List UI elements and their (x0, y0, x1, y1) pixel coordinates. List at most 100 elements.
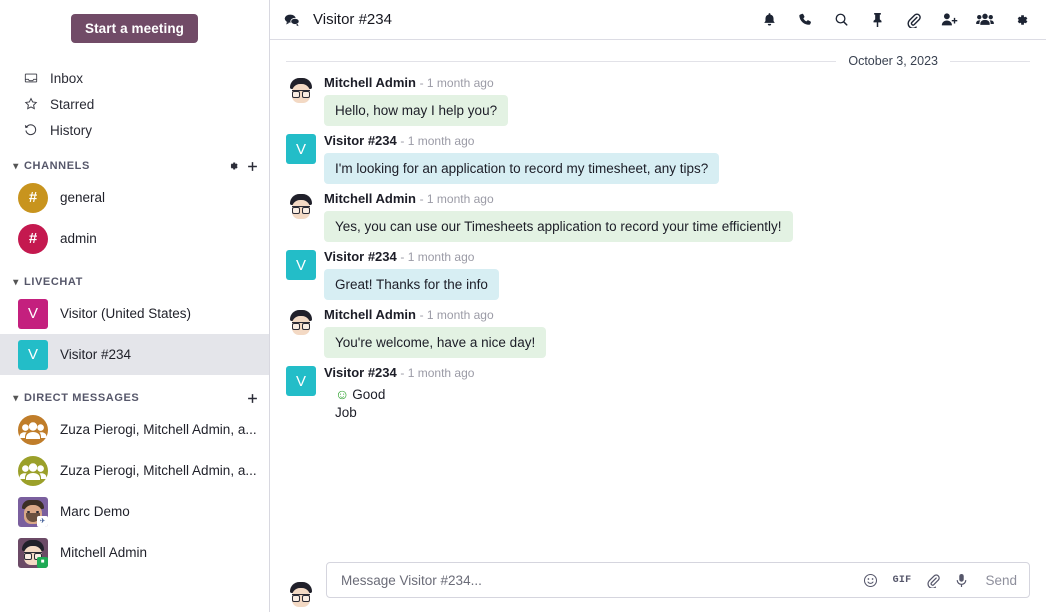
gif-icon[interactable]: GIF (893, 575, 912, 586)
message-timestamp: - 1 month ago (419, 76, 494, 90)
pin-icon[interactable] (868, 11, 886, 29)
message-text: Hello, how may I help you? (324, 95, 509, 126)
sidebar-item-inbox[interactable]: Inbox (0, 65, 269, 91)
sidebar-item-marc-demo-label: Marc Demo (60, 504, 130, 519)
start-meeting-button[interactable]: Start a meeting (70, 14, 199, 43)
list-item[interactable]: Zuza Pierogi, Mitchell Admin, a... (0, 450, 269, 491)
message-timestamp: - 1 month ago (400, 134, 475, 148)
section-actions-channels (227, 160, 259, 173)
sidebar-item-starred[interactable]: Starred (0, 91, 269, 117)
phone-icon[interactable] (796, 11, 814, 29)
list-item[interactable]: Zuza Pierogi, Mitchell Admin, a... (0, 409, 269, 450)
message-author: Mitchell Admin (324, 191, 416, 206)
history-icon (24, 123, 44, 137)
message-body: Visitor #234 - 1 month ago ☺ Good Job (324, 364, 1030, 422)
message-author: Visitor #234 (324, 133, 397, 148)
message: V Visitor #234 - 1 month ago I'm looking… (286, 132, 1030, 184)
plus-icon[interactable] (246, 392, 259, 405)
avatar: V (286, 132, 316, 184)
search-icon[interactable] (832, 11, 850, 29)
avatar: V (18, 298, 48, 329)
sidebar-item-general[interactable]: # general (0, 177, 269, 218)
message-meta: Mitchell Admin - 1 month ago (324, 306, 1030, 324)
sidebar: Start a meeting Inbox Starred History ▾ … (0, 0, 270, 612)
message-body: Mitchell Admin - 1 month ago You're welc… (324, 306, 1030, 358)
date-divider-label: October 3, 2023 (848, 54, 938, 68)
sidebar-item-marc-demo[interactable]: ✈ Marc Demo (0, 491, 269, 532)
microphone-icon[interactable] (955, 573, 968, 588)
message-meta: Visitor #234 - 1 month ago (324, 132, 1030, 150)
sidebar-item-visitor-united-states-label: Visitor (United States) (60, 306, 192, 321)
section-title-livechat: LIVECHAT (24, 276, 83, 288)
message-text: I'm looking for an application to record… (324, 153, 720, 184)
sidebar-item-visitor-234-label: Visitor #234 (60, 347, 132, 362)
chevron-down-icon: ▾ (13, 160, 19, 172)
sidebar-item-mitchell-admin[interactable]: ■ Mitchell Admin (0, 532, 269, 573)
section-actions-direct-messages (246, 392, 259, 405)
send-button[interactable]: Send (985, 573, 1017, 588)
avatar (286, 190, 316, 242)
avatar: ■ (18, 537, 48, 568)
message-author: Mitchell Admin (324, 75, 416, 90)
quick-links: Inbox Starred History (0, 65, 269, 143)
message-author: Visitor #234 (324, 365, 397, 380)
sidebar-item-history-label: History (50, 122, 93, 138)
start-meeting-container: Start a meeting (0, 0, 269, 43)
channel-hash-icon: # (18, 182, 48, 213)
sidebar-item-history[interactable]: History (0, 117, 269, 143)
paperclip-icon[interactable] (904, 11, 922, 29)
chat-header: Visitor #234 (270, 0, 1046, 40)
channel-hash-icon: # (18, 223, 48, 254)
emoji-icon[interactable] (863, 573, 878, 588)
message-text-line1: Good (352, 387, 386, 402)
gear-icon[interactable] (1012, 11, 1030, 29)
message: Mitchell Admin - 1 month ago You're welc… (286, 306, 1030, 358)
group-avatar (18, 455, 48, 486)
message: V Visitor #234 - 1 month ago Great! Than… (286, 248, 1030, 300)
sidebar-item-visitor-234[interactable]: V Visitor #234 (0, 334, 269, 375)
divider-line (286, 60, 837, 62)
message-timestamp: - 1 month ago (400, 250, 475, 264)
section-header-direct-messages[interactable]: ▾ DIRECT MESSAGES (0, 387, 269, 409)
message-text: Yes, you can use our Timesheets applicat… (324, 211, 793, 242)
message-text: You're welcome, have a nice day! (324, 327, 547, 358)
message-meta: Visitor #234 - 1 month ago (324, 364, 1030, 382)
avatar-initial: V (286, 134, 316, 164)
sidebar-item-admin[interactable]: # admin (0, 218, 269, 259)
section-header-channels[interactable]: ▾ CHANNELS (0, 155, 269, 177)
message-text: Great! Thanks for the info (324, 269, 499, 300)
message-thread: October 3, 2023 Mitchell Admin - 1 month… (270, 40, 1046, 554)
sidebar-item-admin-label: admin (60, 231, 97, 246)
inbox-icon (24, 71, 44, 85)
smiley-icon: ☺ (335, 386, 350, 402)
chevron-down-icon: ▾ (13, 276, 19, 288)
message-meta: Mitchell Admin - 1 month ago (324, 190, 1030, 208)
message-input[interactable] (339, 571, 863, 589)
star-icon (24, 97, 44, 111)
message-author: Visitor #234 (324, 249, 397, 264)
sidebar-item-visitor-united-states[interactable]: V Visitor (United States) (0, 293, 269, 334)
main-panel: Visitor #234 October 3, 2023 Mitchell Ad… (270, 0, 1046, 612)
paperclip-icon[interactable] (926, 573, 941, 588)
section-header-livechat[interactable]: ▾ LIVECHAT (0, 271, 269, 293)
message-text: ☺ Good (324, 385, 1030, 404)
message: V Visitor #234 - 1 month ago ☺ Good Job (286, 364, 1030, 422)
group-avatar (18, 414, 48, 445)
bell-icon[interactable] (760, 11, 778, 29)
section-title-direct-messages: DIRECT MESSAGES (24, 392, 140, 404)
composer-tools: GIF Send (863, 573, 1017, 588)
page-title: Visitor #234 (313, 11, 392, 28)
avatar: ✈ (18, 496, 48, 527)
plus-icon[interactable] (246, 160, 259, 173)
section-title-channels: CHANNELS (24, 160, 90, 172)
add-user-icon[interactable] (940, 11, 958, 29)
group-icon[interactable] (976, 11, 994, 29)
sidebar-item-starred-label: Starred (50, 96, 95, 112)
avatar (286, 74, 316, 126)
message-body: Mitchell Admin - 1 month ago Hello, how … (324, 74, 1030, 126)
gear-icon[interactable] (227, 160, 239, 172)
message-text-line2: Job (335, 405, 357, 420)
composer[interactable]: GIF Send (326, 562, 1030, 598)
avatar-initial: V (286, 250, 316, 280)
sidebar-item-inbox-label: Inbox (50, 70, 84, 86)
